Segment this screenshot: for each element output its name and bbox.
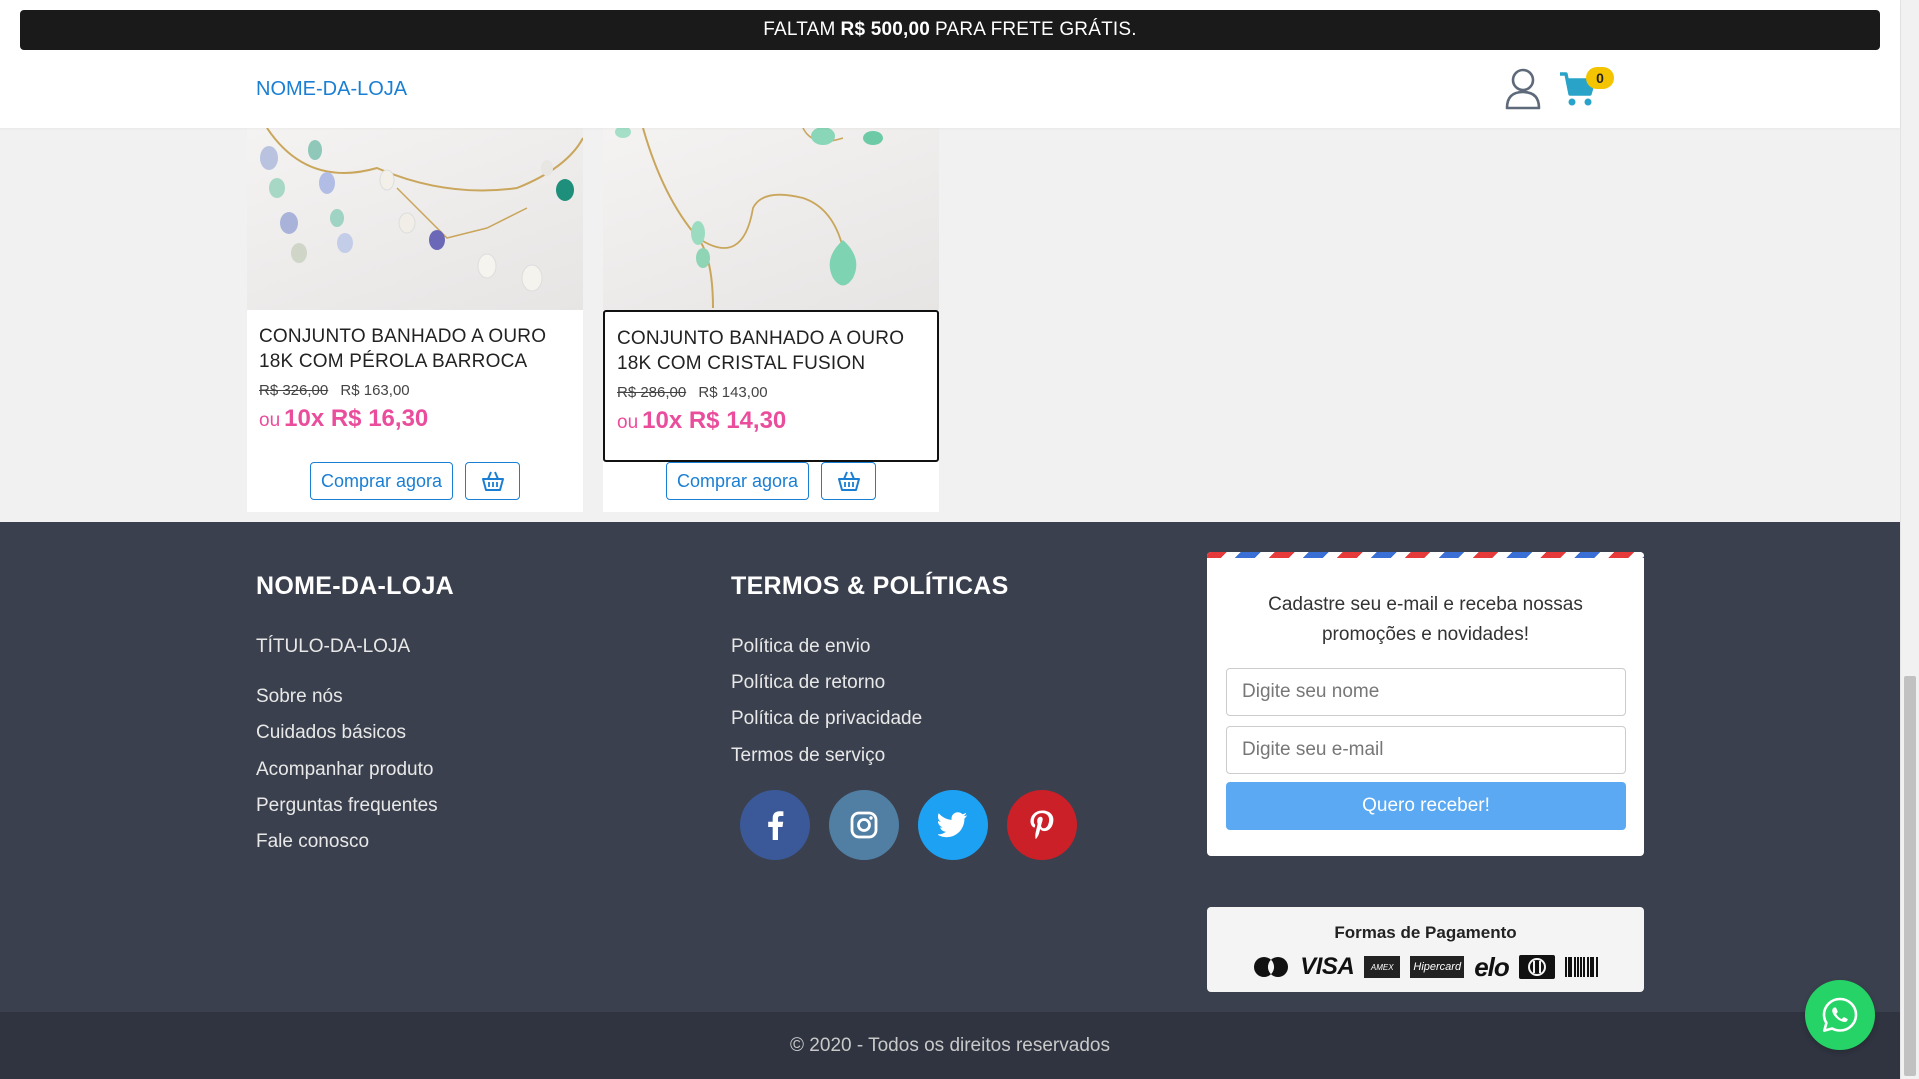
twitter-icon — [938, 812, 967, 838]
whatsapp-button[interactable] — [1805, 980, 1875, 1050]
footer-link-return-policy[interactable]: Política de retorno — [731, 672, 885, 694]
scrollbar-thumb[interactable] — [1904, 676, 1916, 1076]
product-prices: R$ 286,00 R$ 143,00 — [617, 384, 925, 401]
facebook-icon — [768, 811, 784, 840]
site-footer: NOME-DA-LOJA TÍTULO-DA-LOJA Sobre nós Cu… — [0, 522, 1900, 1012]
whatsapp-icon — [1822, 997, 1858, 1032]
product-image[interactable] — [247, 128, 583, 310]
store-logo-link[interactable]: NOME-DA-LOJA — [256, 78, 407, 101]
product-actions: Comprar agora — [603, 462, 939, 502]
cart-count-badge: 0 — [1586, 67, 1614, 89]
newsletter-card: Cadastre seu e-mail e receba nossas prom… — [1207, 552, 1644, 856]
old-price: R$ 286,00 — [617, 384, 687, 401]
product-title[interactable]: CONJUNTO BANHADO A OURO 18K COM PÉROLA B… — [259, 324, 571, 374]
current-price: R$ 163,00 — [340, 382, 410, 399]
product-actions: Comprar agora — [247, 462, 583, 502]
payment-icons: VISA AMEX Hipercard elo — [1207, 951, 1644, 982]
add-to-basket-button[interactable] — [465, 462, 521, 500]
pinterest-button[interactable] — [1007, 790, 1077, 860]
instagram-icon — [850, 811, 878, 839]
installment-price: ou 10x R$ 16,30 — [259, 405, 571, 433]
old-price: R$ 326,00 — [259, 382, 329, 399]
installment-value: 10x R$ 14,30 — [642, 407, 787, 434]
page-scrollbar[interactable] — [1900, 0, 1919, 1079]
product-card[interactable]: CONJUNTO BANHADO A OURO 18K COM CRISTAL … — [603, 128, 939, 512]
promo-suffix: PARA FRETE GRÁTIS. — [935, 19, 1137, 40]
free-shipping-bar: FALTAM R$ 500,00 PARA FRETE GRÁTIS. — [20, 10, 1880, 50]
footer-store-subtitle[interactable]: TÍTULO-DA-LOJA — [256, 636, 410, 658]
installment-value: 10x R$ 16,30 — [284, 405, 429, 432]
product-info[interactable]: CONJUNTO BANHADO A OURO 18K COM PÉROLA B… — [247, 310, 583, 462]
installment-prefix: ou — [259, 410, 281, 431]
footer-link-faq[interactable]: Perguntas frequentes — [256, 795, 438, 817]
pinterest-icon — [1030, 810, 1054, 840]
instagram-button[interactable] — [829, 790, 899, 860]
payment-methods: Formas de Pagamento VISA AMEX Hipercard … — [1207, 907, 1644, 992]
installment-prefix: ou — [617, 412, 639, 433]
mastercard-icon — [1254, 957, 1289, 977]
footer-link-privacy-policy[interactable]: Política de privacidade — [731, 708, 922, 730]
user-icon[interactable] — [1503, 66, 1543, 110]
twitter-button[interactable] — [918, 790, 988, 860]
payment-methods-title: Formas de Pagamento — [1334, 923, 1517, 942]
airmail-stripe — [1207, 552, 1644, 558]
footer-policies-title: TERMOS & POLÍTICAS — [731, 572, 1009, 600]
add-to-basket-button[interactable] — [821, 462, 877, 500]
product-info[interactable]: CONJUNTO BANHADO A OURO 18K COM CRISTAL … — [603, 310, 939, 462]
footer-link-tracking[interactable]: Acompanhar produto — [256, 759, 433, 781]
buy-now-button[interactable]: Comprar agora — [309, 462, 454, 500]
amex-icon: AMEX — [1364, 956, 1401, 978]
product-title[interactable]: CONJUNTO BANHADO A OURO 18K COM CRISTAL … — [617, 326, 925, 376]
footer-link-shipping-policy[interactable]: Política de envio — [731, 636, 870, 658]
boleto-icon — [1564, 957, 1598, 977]
product-prices: R$ 326,00 R$ 163,00 — [259, 382, 571, 399]
basket-icon — [481, 471, 504, 491]
newsletter-text: Cadastre seu e-mail e receba nossas prom… — [1268, 594, 1583, 645]
current-price: R$ 143,00 — [698, 384, 768, 401]
buy-now-button[interactable]: Comprar agora — [665, 462, 810, 500]
copyright: © 2020 - Todos os direitos reservados — [0, 1012, 1900, 1079]
hipercard-icon: Hipercard — [1410, 956, 1465, 978]
footer-link-care[interactable]: Cuidados básicos — [256, 722, 406, 744]
product-card[interactable]: CONJUNTO BANHADO A OURO 18K COM PÉROLA B… — [247, 128, 583, 512]
installment-price: ou 10x R$ 14,30 — [617, 407, 925, 435]
footer-link-terms[interactable]: Termos de serviço — [731, 745, 885, 767]
basket-icon — [837, 471, 860, 491]
promo-prefix: FALTAM — [763, 19, 836, 40]
newsletter-email-input[interactable] — [1226, 726, 1626, 774]
visa-icon: VISA — [1300, 953, 1355, 980]
page: FALTAM R$ 500,00 PARA FRETE GRÁTIS. NOME… — [0, 0, 1900, 1079]
elo-icon: elo — [1474, 951, 1510, 982]
newsletter-name-input[interactable] — [1226, 668, 1626, 716]
footer-link-about[interactable]: Sobre nós — [256, 686, 343, 708]
product-image[interactable] — [603, 128, 939, 310]
footer-store-title: NOME-DA-LOJA — [256, 572, 455, 600]
footer-link-contact[interactable]: Fale conosco — [256, 831, 369, 853]
promo-amount: R$ 500,00 — [840, 19, 931, 40]
newsletter-submit-button[interactable]: Quero receber! — [1226, 782, 1626, 830]
facebook-button[interactable] — [740, 790, 810, 860]
diners-icon — [1518, 955, 1555, 979]
site-header: FALTAM R$ 500,00 PARA FRETE GRÁTIS. NOME… — [0, 0, 1900, 128]
